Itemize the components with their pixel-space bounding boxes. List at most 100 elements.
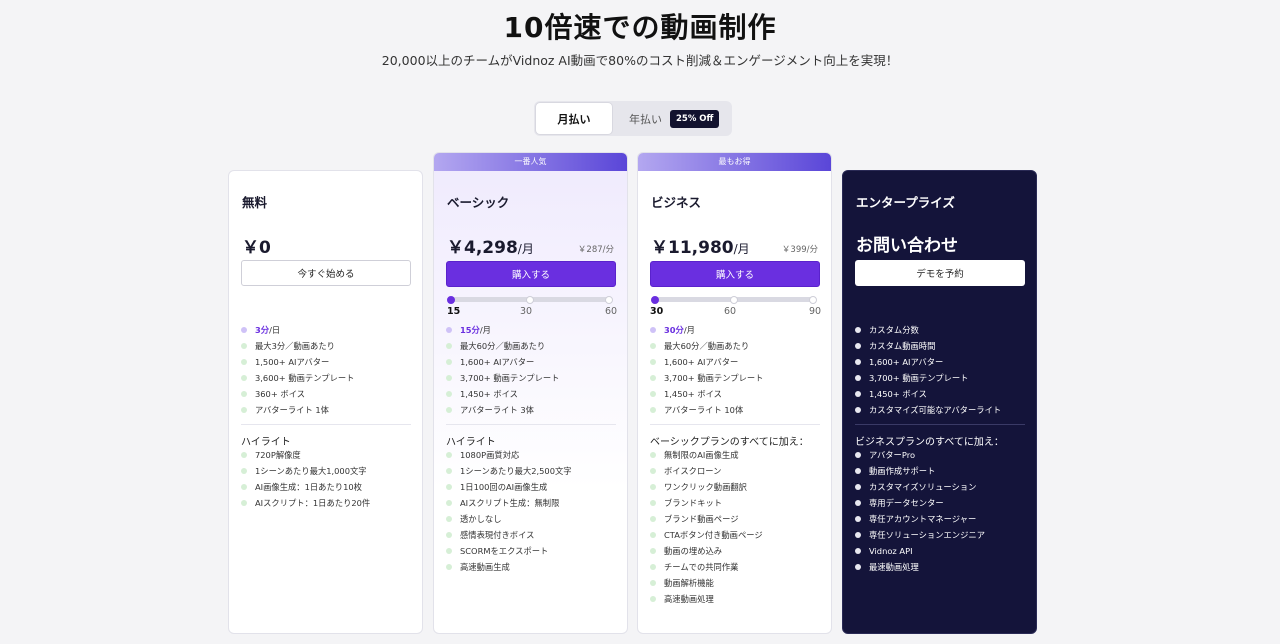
minutes-slider[interactable] (651, 295, 817, 304)
check-icon (650, 468, 656, 474)
list-item: Vidnoz API (855, 543, 1027, 559)
check-icon (855, 500, 861, 506)
slider-tick: 15 (447, 306, 461, 317)
check-icon (855, 407, 861, 413)
feature-list: アバターPro 動画作成サポート カスタマイズソリューション 専用データセンター… (855, 447, 1027, 575)
feature-text: CTAボタン付き動画ページ (664, 530, 763, 540)
feature-highlight: 15分 (460, 325, 480, 335)
feature-text: 高速動画処理 (664, 594, 714, 604)
check-icon (446, 391, 452, 397)
feature-text: 1シーンあたり最大2,500文字 (460, 466, 572, 476)
section-title: ベーシックプランのすべてに加え： (650, 437, 809, 448)
check-icon (241, 359, 247, 365)
start-now-button[interactable]: 今すぐ始める (241, 260, 411, 286)
check-icon (446, 327, 452, 333)
check-icon (855, 564, 861, 570)
book-demo-button[interactable]: デモを予約 (855, 260, 1025, 286)
feature-text: 3,700+ 動画テンプレート (664, 373, 764, 383)
feature-text: アバターライト 10体 (664, 405, 744, 415)
divider (650, 424, 820, 425)
list-item: 3,600+ 動画テンプレート (241, 370, 413, 386)
list-item: カスタム動画時間 (855, 338, 1027, 354)
list-item: 1日100回のAI画像生成 (446, 479, 618, 495)
list-item: 1,600+ AIアバター (855, 354, 1027, 370)
list-item: 感情表現付きボイス (446, 527, 618, 543)
slider-stop[interactable] (526, 295, 534, 304)
feature-text: /月 (683, 325, 695, 335)
feature-text: カスタム動画時間 (869, 341, 936, 351)
check-icon (855, 343, 861, 349)
check-icon (650, 596, 656, 602)
minutes-slider[interactable] (447, 295, 613, 304)
feature-list: 1080P画質対応 1シーンあたり最大2,500文字 1日100回のAI画像生成… (446, 447, 618, 575)
billing-monthly-option[interactable]: 月払い (535, 102, 613, 135)
check-icon (650, 484, 656, 490)
check-icon (650, 343, 656, 349)
buy-button[interactable]: 購入する (446, 261, 616, 287)
feature-text: 専用データセンター (869, 498, 944, 508)
check-icon (446, 452, 452, 458)
buy-button[interactable]: 購入する (650, 261, 820, 287)
feature-text: SCORMをエクスポート (460, 546, 549, 556)
list-item: AI画像生成：1日あたり10枚 (241, 479, 413, 495)
list-item: 3,700+ 動画テンプレート (650, 370, 822, 386)
check-icon (650, 564, 656, 570)
feature-text: ワンクリック動画翻訳 (664, 482, 747, 492)
feature-text: チームでの共同作業 (664, 562, 739, 572)
check-icon (650, 500, 656, 506)
feature-text: 1,600+ AIアバター (664, 357, 739, 367)
list-item: 1シーンあたり最大1,000文字 (241, 463, 413, 479)
check-icon (446, 343, 452, 349)
feature-text: 動画作成サポート (869, 466, 936, 476)
feature-text: 最大60分／動画あたり (460, 341, 546, 351)
feature-text: ボイスクローン (664, 466, 722, 476)
feature-text: 1,600+ AIアバター (869, 357, 944, 367)
check-icon (855, 484, 861, 490)
list-item: 1080P画質対応 (446, 447, 618, 463)
list-item: 1シーンあたり最大2,500文字 (446, 463, 618, 479)
check-icon (241, 500, 247, 506)
billing-yearly-option[interactable]: 年払い 25% Off (629, 109, 720, 128)
contact-us-heading: お問い合わせ (856, 236, 958, 256)
list-item: 動画作成サポート (855, 463, 1027, 479)
feature-text: アバターPro (869, 450, 916, 460)
check-icon (650, 452, 656, 458)
list-item: 720P解像度 (241, 447, 413, 463)
slider-stop[interactable] (605, 295, 613, 304)
feature-text: カスタマイズソリューション (869, 482, 977, 492)
list-item: 1,500+ AIアバター (241, 354, 413, 370)
feature-text: 専任ソリューションエンジニア (869, 530, 985, 540)
page-subtitle: 20,000以上のチームがVidnoz AI動画で80%のコスト削減＆エンゲージ… (381, 53, 899, 68)
slider-stop[interactable] (730, 295, 738, 304)
slider-stop[interactable] (809, 295, 817, 304)
slider-tick: 30 (650, 306, 664, 317)
price-unit: /月 (733, 242, 750, 256)
list-item: 1,450+ ボイス (855, 386, 1027, 402)
check-icon (650, 532, 656, 538)
list-item: 360+ ボイス (241, 386, 413, 402)
feature-text: アバターライト 3体 (460, 405, 534, 415)
slider-handle[interactable] (651, 295, 659, 304)
list-item: 1,600+ AIアバター (446, 354, 618, 370)
slider-handle[interactable] (447, 295, 455, 304)
slider-tick: 90 (809, 306, 822, 317)
check-icon (241, 468, 247, 474)
billing-yearly-label: 年払い (629, 112, 662, 126)
feature-text: ブランド動画ページ (664, 514, 739, 524)
list-item: 15分/月 (446, 322, 618, 338)
list-item: 最大60分／動画あたり (650, 338, 822, 354)
check-icon (855, 548, 861, 554)
check-icon (446, 375, 452, 381)
feature-text: 360+ ボイス (255, 389, 306, 399)
list-item: 専任ソリューションエンジニア (855, 527, 1027, 543)
check-icon (241, 343, 247, 349)
plan-price: ￥0 (242, 238, 271, 258)
check-icon (446, 532, 452, 538)
list-item: 無制限のAI画像生成 (650, 447, 822, 463)
list-item: 1,450+ ボイス (446, 386, 618, 402)
list-item: アバターPro (855, 447, 1027, 463)
feature-text: AI画像生成：1日あたり10枚 (255, 482, 362, 492)
feature-text: 最大3分／動画あたり (255, 341, 335, 351)
price-unit: /月 (517, 242, 534, 256)
divider (241, 424, 411, 425)
